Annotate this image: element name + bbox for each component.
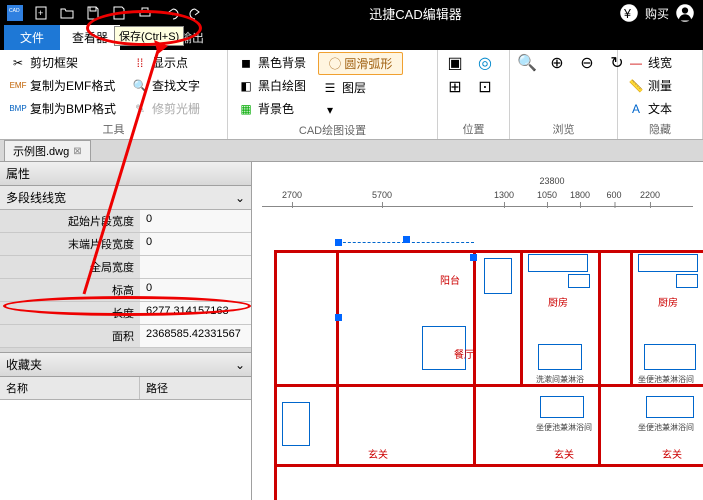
saveas-icon[interactable] [108,2,130,24]
position-btn-2[interactable]: ⊞ [444,76,466,98]
property-row: 标高0 [0,279,251,302]
chevron-down-icon: ⌄ [235,358,245,372]
document-tab[interactable]: 示例图.dwg ⊠ [4,140,91,161]
save-tooltip: 保存(Ctrl+S) [114,26,184,46]
room-wash-4: 坐便池兼淋浴间 [638,422,694,433]
layers-button[interactable]: ☰图层 [318,77,403,98]
currency-icon[interactable]: ¥ [619,3,639,23]
palette-icon: ▦ [238,101,254,117]
fix-cursor-button[interactable]: ✎修剪光栅 [128,98,204,119]
room-wash-2: 坐便池兼淋浴间 [638,374,694,385]
smooth-arc-button[interactable]: ◯ 圆滑弧形 [318,52,403,75]
dim-label: 23800 [539,176,564,186]
bg-color-button[interactable]: ▦背景色 [234,98,310,119]
undo-icon[interactable] [160,2,182,24]
cursor-icon: ✎ [132,101,148,117]
favorites-title: 收藏夹 [6,356,42,373]
property-rows: 起始片段宽度0 末端片段宽度0 全局宽度 标高0 长度6277.31415716… [0,210,251,348]
emf-icon: EMF [10,78,26,94]
buy-label[interactable]: 购买 [645,5,669,22]
bmp-icon: BMP [10,101,26,117]
ribbon-tabs: 文件 查看器 高级 输出 [0,26,703,50]
clip-frame-button[interactable]: ✂剪切框架 [6,52,120,73]
ruler-icon: 📏 [628,78,644,94]
property-row: 末端片段宽度0 [0,233,251,256]
room-wash-3: 坐便池兼淋浴间 [536,422,592,433]
group-label-position: 位置 [444,119,503,139]
svg-text:CAD: CAD [9,8,20,14]
svg-text:¥: ¥ [623,7,631,21]
room-entry-1: 玄关 [368,446,388,461]
browse-btn-2[interactable]: ⊕ [546,52,568,74]
chevron-down-icon: ⌄ [235,191,245,205]
user-icon[interactable] [675,3,695,23]
chevron-down-icon: ▾ [322,102,338,118]
linewidth-button[interactable]: —线宽 [624,52,676,73]
bw-draw-button[interactable]: ◧黑白绘图 [234,75,310,96]
floorplan: 阳台 厨房 厨房 餐厅 玄关 玄关 玄关 洗漱间兼淋浴 坐便池兼淋浴间 坐便池兼… [258,234,703,500]
property-row: 起始片段宽度0 [0,210,251,233]
room-living: 餐厅 [454,346,474,361]
show-points-button[interactable]: ⁞⁞显示点 [128,52,204,73]
favorites-col-name: 名称 [0,377,140,399]
copy-bmp-button[interactable]: BMP复制为BMP格式 [6,98,120,119]
black-bg-icon: ◼ [238,55,254,71]
property-row: 全局宽度 [0,256,251,279]
document-tabs: 示例图.dwg ⊠ [0,140,703,162]
black-bg-button[interactable]: ◼黑色背景 [234,52,310,73]
dropdown-button[interactable]: ▾ [318,100,403,120]
group-label-cad: CAD绘图设置 [234,120,431,140]
new-file-icon[interactable]: + [30,2,52,24]
svg-text:+: + [38,8,43,18]
layers-icon: ☰ [322,80,338,96]
group-label-hide: 隐藏 [624,119,696,139]
open-file-icon[interactable] [56,2,78,24]
scissors-icon: ✂ [10,55,26,71]
tab-file[interactable]: 文件 [4,25,60,50]
close-tab-icon[interactable]: ⊠ [73,146,81,157]
room-wash-1: 洗漱间兼淋浴 [536,374,584,385]
room-balcony: 阳台 [440,272,460,287]
group-label-tools: 工具 [6,119,221,139]
favorites-panel: 收藏夹 ⌄ 名称 路径 [0,352,251,500]
app-title: 迅捷CAD编辑器 [212,4,619,23]
room-kitchen: 厨房 [548,294,568,309]
measure-button[interactable]: 📏测量 [624,75,676,96]
document-tab-name: 示例图.dwg [13,143,69,159]
redo-icon[interactable] [186,2,208,24]
browse-btn-1[interactable]: 🔍 [516,52,538,74]
text-button[interactable]: A文本 [624,98,676,119]
quick-access-toolbar: CAD + [0,2,212,24]
left-panel: 属性 多段线线宽 ⌄ 起始片段宽度0 末端片段宽度0 全局宽度 标高0 长度62… [0,162,252,500]
ribbon: ✂剪切框架 EMF复制为EMF格式 BMP复制为BMP格式 ⁞⁞显示点 🔍查找文… [0,50,703,140]
titlebar: CAD + 迅捷CAD编辑器 ¥ 购买 [0,0,703,26]
search-icon: 🔍 [132,78,148,94]
print-icon[interactable] [134,2,156,24]
position-btn-1[interactable]: ▣ [444,52,466,74]
points-icon: ⁞⁞ [132,55,148,71]
browse-btn-3[interactable]: ⊖ [576,52,598,74]
save-icon[interactable] [82,2,104,24]
tab-viewer[interactable]: 查看器 [60,25,120,50]
copy-emf-button[interactable]: EMF复制为EMF格式 [6,75,120,96]
position-btn-3[interactable]: ◎ [474,52,496,74]
properties-header: 属性 [0,162,251,186]
property-row: 长度6277.314157163 [0,302,251,325]
room-kitchen-2: 厨房 [658,294,678,309]
bw-icon: ◧ [238,78,254,94]
room-entry-2: 玄关 [554,446,574,461]
properties-section[interactable]: 多段线线宽 ⌄ [0,186,251,210]
position-btn-4[interactable]: ⊡ [474,76,496,98]
room-entry-3: 玄关 [662,446,682,461]
app-icon[interactable]: CAD [4,2,26,24]
find-text-button[interactable]: 🔍查找文字 [128,75,204,96]
drawing-canvas[interactable]: 23800 2700 5700 1300 1050 1800 600 2200 [252,162,703,500]
group-label-browse: 浏览 [516,119,611,139]
favorites-col-path: 路径 [140,377,174,399]
property-row: 面积2368585.42331567 [0,325,251,348]
linewidth-icon: — [628,55,644,71]
text-icon: A [628,101,644,117]
